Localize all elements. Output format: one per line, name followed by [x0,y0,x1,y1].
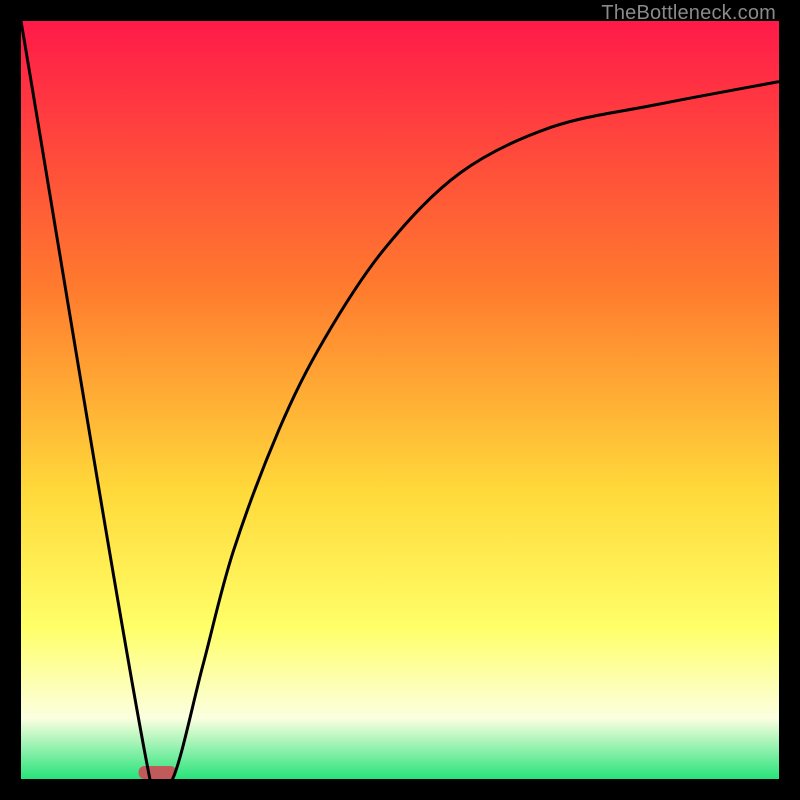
optimal-marker [139,766,177,779]
gradient-background [21,21,779,779]
bottleneck-chart [21,21,779,779]
chart-frame [21,21,779,779]
